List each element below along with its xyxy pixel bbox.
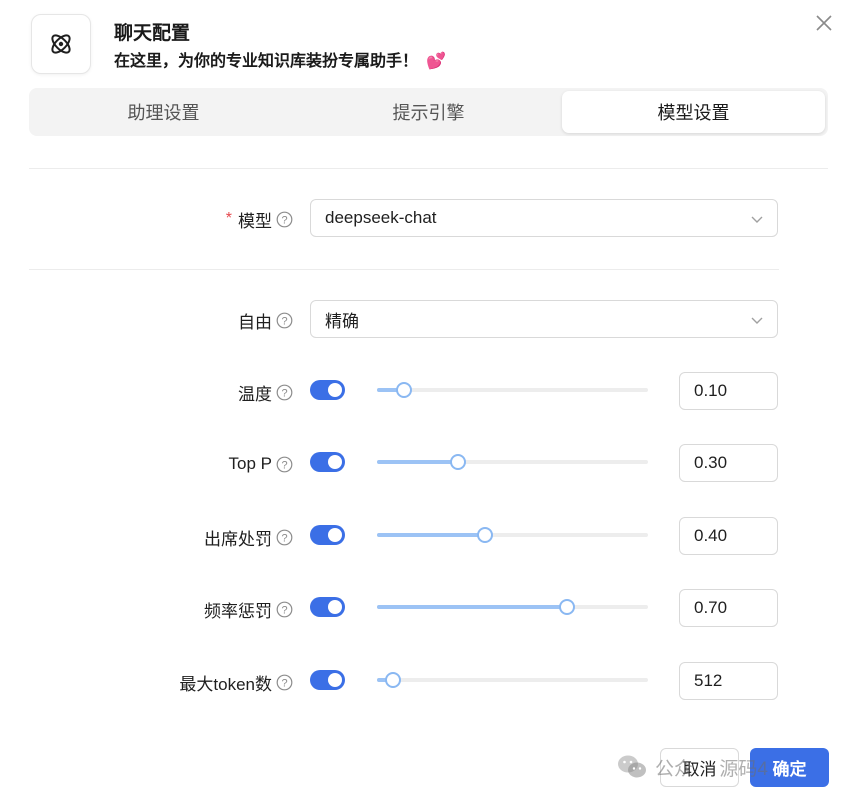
svg-text:?: ? <box>281 459 287 471</box>
required-mark: * <box>225 210 232 227</box>
toggle-knob <box>328 673 342 687</box>
slider-track <box>377 460 459 464</box>
svg-text:?: ? <box>281 387 287 399</box>
param-number-input[interactable]: 512 <box>679 662 778 700</box>
toggle-knob <box>328 455 342 469</box>
help-icon[interactable]: ? <box>276 211 293 228</box>
model-label-text: 模型 <box>238 211 272 231</box>
chevron-down-icon <box>751 317 763 324</box>
param-label-text: 频率惩罚 <box>204 601 272 621</box>
help-icon[interactable]: ? <box>276 384 293 401</box>
model-row: * 模型 ? deepseek-chat <box>0 199 855 239</box>
param-number-input[interactable]: 0.70 <box>679 589 778 627</box>
help-icon[interactable]: ? <box>276 456 293 473</box>
slider-track <box>377 533 486 537</box>
confirm-button[interactable]: 确定 <box>750 748 829 787</box>
param-row-max-tokens: 最大token数 ? 512 <box>0 662 855 702</box>
slider-handle[interactable] <box>558 599 575 615</box>
model-select-value: deepseek-chat <box>325 208 437 227</box>
svg-text:?: ? <box>281 604 287 616</box>
param-label-text: 出席处罚 <box>204 529 272 549</box>
param-number-input[interactable]: 0.40 <box>679 517 778 555</box>
tab-model-settings[interactable]: 模型设置 <box>562 91 825 133</box>
param-label: 温度 ? <box>238 372 293 412</box>
param-toggle[interactable] <box>310 380 345 400</box>
param-row-top-p: Top P ? 0.30 <box>0 444 855 484</box>
toggle-knob <box>328 383 342 397</box>
atom-icon <box>31 14 91 74</box>
param-toggle[interactable] <box>310 525 345 545</box>
slider-rail <box>377 388 648 392</box>
help-icon[interactable]: ? <box>276 674 293 691</box>
freedom-select[interactable]: 精确 <box>310 300 778 338</box>
svg-text:?: ? <box>281 315 287 327</box>
model-select[interactable]: deepseek-chat <box>310 199 778 237</box>
help-icon[interactable]: ? <box>276 529 293 546</box>
tab-prompt-engine[interactable]: 提示引擎 <box>297 91 560 133</box>
param-slider[interactable] <box>377 527 648 543</box>
toggle-knob <box>328 600 342 614</box>
param-row-frequency-penalty: 频率惩罚 ? 0.70 <box>0 589 855 629</box>
freedom-select-value: 精确 <box>325 311 359 331</box>
param-label: 出席处罚 ? <box>204 517 293 557</box>
help-icon[interactable]: ? <box>276 601 293 618</box>
slider-rail <box>377 678 648 682</box>
section-divider <box>29 168 828 169</box>
subtitle-text: 在这里，为你的专业知识库装扮专属助手！ <box>114 53 419 70</box>
param-number-input[interactable]: 0.10 <box>679 372 778 410</box>
param-label-text: 最大token数 <box>179 674 272 694</box>
svg-text:?: ? <box>281 532 287 544</box>
help-icon[interactable]: ? <box>276 312 293 329</box>
param-label-text: 温度 <box>238 384 272 404</box>
svg-text:?: ? <box>281 677 287 689</box>
svg-text:?: ? <box>281 214 287 226</box>
dialog-title: 聊天配置 <box>114 23 191 44</box>
slider-handle[interactable] <box>450 454 467 470</box>
param-toggle[interactable] <box>310 670 345 690</box>
freedom-row: 自由 ? 精确 <box>0 300 855 340</box>
wechat-icon <box>618 755 646 778</box>
slider-handle[interactable] <box>385 672 402 688</box>
param-label: Top P ? <box>229 444 293 484</box>
close-button[interactable] <box>812 11 836 35</box>
toggle-knob <box>328 528 342 542</box>
dialog-subtitle: 在这里，为你的专业知识库装扮专属助手！ 💕 <box>114 47 446 71</box>
param-toggle[interactable] <box>310 597 345 617</box>
param-slider[interactable] <box>377 672 648 688</box>
param-label-text: Top P <box>228 454 272 473</box>
param-slider[interactable] <box>377 454 648 470</box>
freedom-label-text: 自由 <box>238 312 272 332</box>
section-divider <box>29 269 779 270</box>
param-slider[interactable] <box>377 382 648 398</box>
slider-handle[interactable] <box>477 527 494 543</box>
dialog-header: 聊天配置 在这里，为你的专业知识库装扮专属助手！ 💕 <box>31 14 831 76</box>
chevron-down-icon <box>751 216 763 223</box>
cancel-button[interactable]: 取消 <box>660 748 739 787</box>
param-number-input[interactable]: 0.30 <box>679 444 778 482</box>
settings-tabs: 助理设置 提示引擎 模型设置 <box>29 88 828 136</box>
hearts-icon: 💕 <box>426 53 446 70</box>
param-toggle[interactable] <box>310 452 345 472</box>
tab-assistant-settings[interactable]: 助理设置 <box>32 91 295 133</box>
slider-handle[interactable] <box>396 382 413 398</box>
freedom-label: 自由 ? <box>238 300 293 340</box>
param-row-temperature: 温度 ? 0.10 <box>0 372 855 412</box>
param-label: 最大token数 ? <box>179 662 293 702</box>
model-label: * 模型 ? <box>226 199 293 239</box>
param-row-presence-penalty: 出席处罚 ? 0.40 <box>0 517 855 557</box>
slider-track <box>377 605 567 609</box>
param-slider[interactable] <box>377 599 648 615</box>
param-label: 频率惩罚 ? <box>204 589 293 629</box>
close-icon <box>816 15 832 31</box>
